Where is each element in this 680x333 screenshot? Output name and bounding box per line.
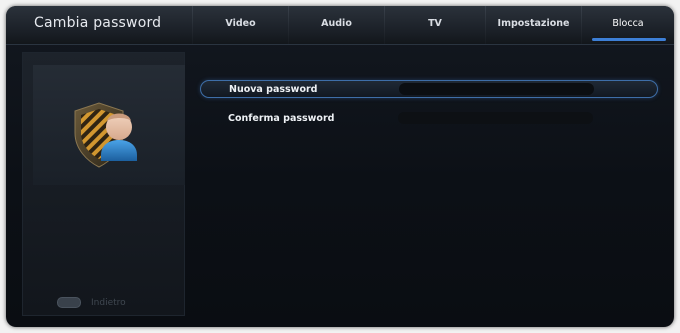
confirm-password-label: Conferma password bbox=[228, 112, 335, 124]
tab-label: Video bbox=[225, 18, 256, 29]
new-password-label: Nuova password bbox=[229, 83, 318, 95]
password-form: Nuova password Conferma password bbox=[192, 52, 664, 314]
tab-impostazione[interactable]: Impostazione bbox=[486, 6, 581, 44]
tv-settings-screen: Cambia password Video Audio TV Impostazi… bbox=[6, 6, 674, 327]
active-tab-indicator bbox=[592, 38, 666, 41]
top-navigation-bar: Cambia password Video Audio TV Impostazi… bbox=[6, 6, 674, 45]
user-shield-icon bbox=[74, 102, 137, 168]
tab-label: Blocca bbox=[612, 18, 644, 29]
new-password-row[interactable]: Nuova password bbox=[200, 80, 658, 98]
back-button-icon bbox=[57, 297, 81, 308]
page-title: Cambia password bbox=[34, 15, 162, 31]
back-label: Indietro bbox=[91, 297, 126, 308]
tab-tv[interactable]: TV bbox=[385, 6, 485, 44]
tab-label: Audio bbox=[321, 18, 352, 29]
back-hint[interactable]: Indietro bbox=[57, 297, 126, 308]
confirm-password-field[interactable] bbox=[398, 112, 593, 124]
confirm-password-row[interactable]: Conferma password bbox=[200, 109, 658, 127]
tab-video[interactable]: Video bbox=[193, 6, 288, 44]
tab-blocca[interactable]: Blocca bbox=[582, 6, 674, 44]
new-password-field[interactable] bbox=[399, 83, 594, 95]
tab-label: TV bbox=[428, 18, 442, 29]
tab-audio[interactable]: Audio bbox=[289, 6, 384, 44]
left-info-panel: Indietro bbox=[22, 52, 185, 316]
tab-label: Impostazione bbox=[497, 18, 570, 29]
icon-frame bbox=[33, 65, 185, 185]
